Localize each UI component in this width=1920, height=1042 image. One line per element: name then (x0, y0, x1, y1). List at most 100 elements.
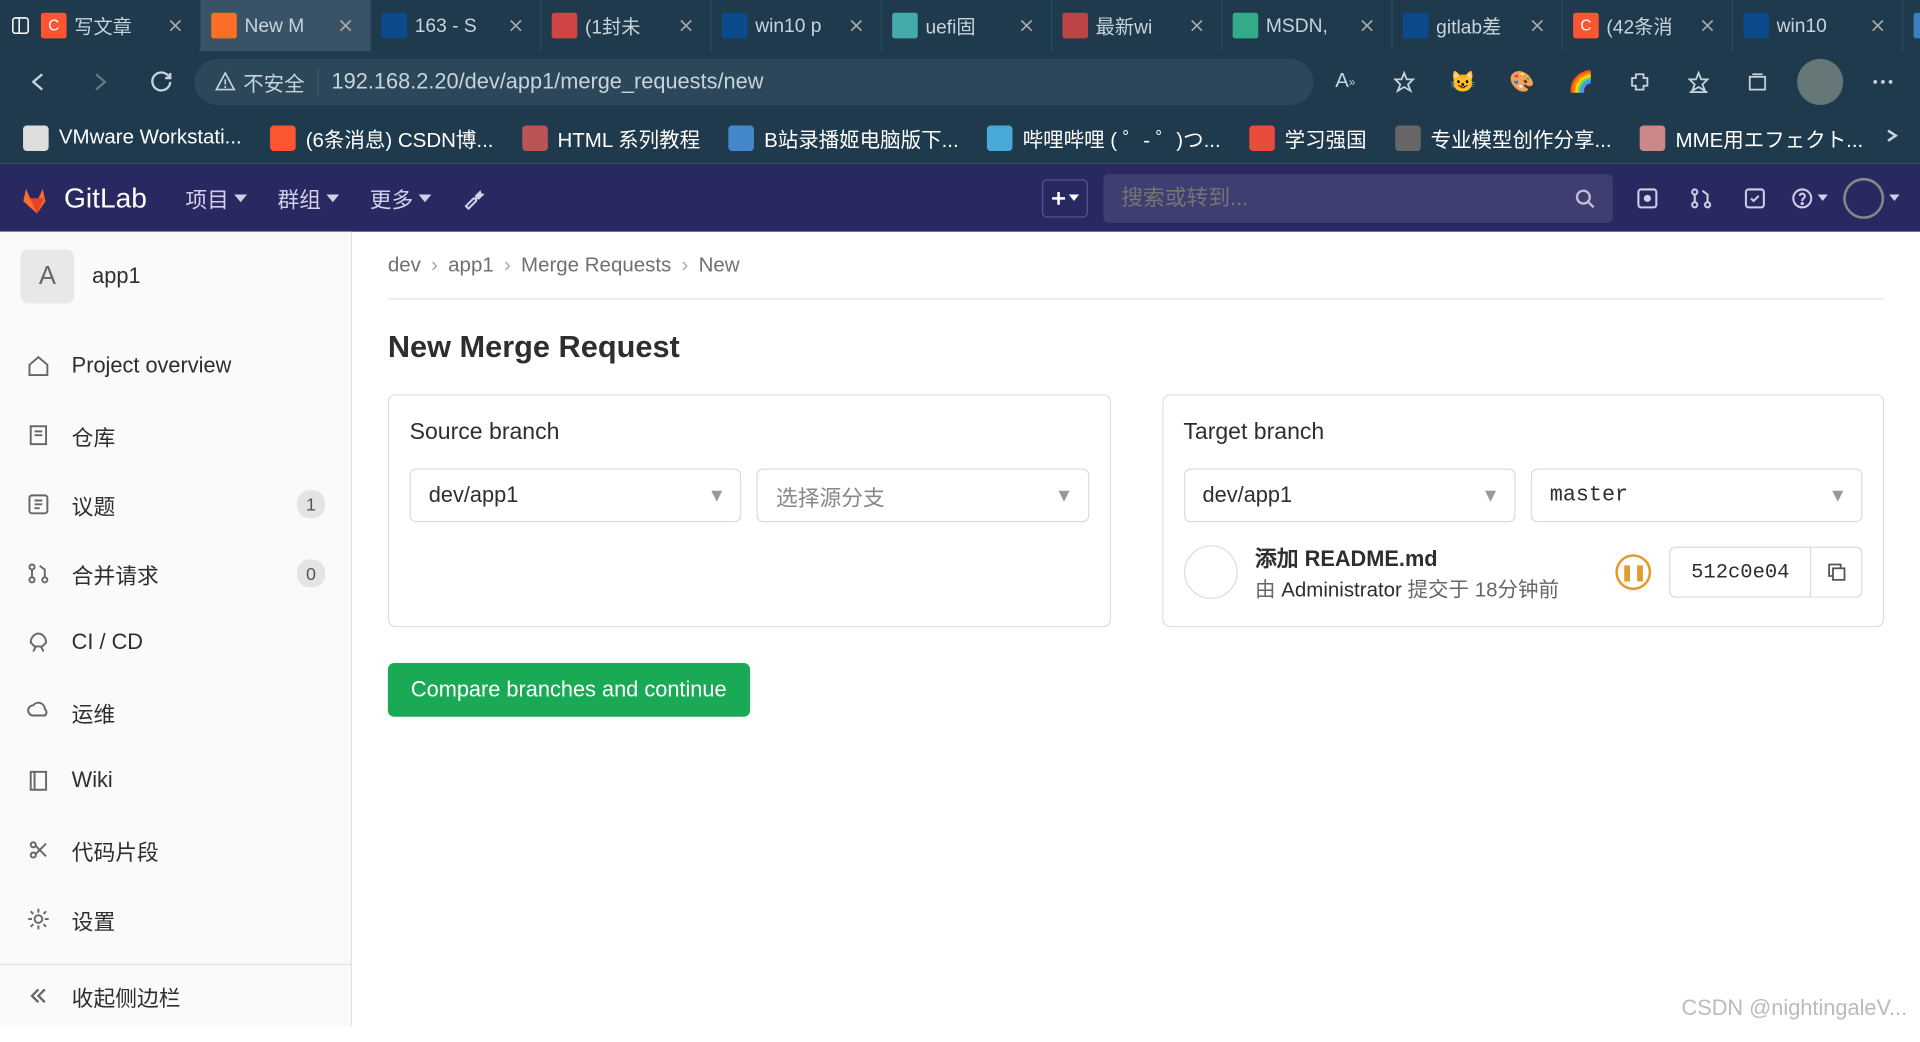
breadcrumb-item[interactable]: dev (388, 255, 421, 278)
nav-groups[interactable]: 群组 (265, 172, 352, 224)
sidebar-item-book[interactable]: Wiki (0, 746, 351, 815)
url-text: 192.168.2.20/dev/app1/merge_requests/new (332, 69, 764, 95)
close-tab-icon[interactable] (509, 15, 529, 35)
todos-button[interactable] (1736, 179, 1774, 217)
commit-title[interactable]: 添加 README.md (1255, 540, 1598, 572)
sidebar-item-home[interactable]: Project overview (0, 332, 351, 401)
back-button[interactable] (10, 59, 66, 105)
bookmark-label: 学习强国 (1285, 123, 1367, 154)
browser-tab-11[interactable]: window (1903, 0, 1920, 51)
bookmark-2[interactable]: HTML 系列教程 (509, 116, 713, 160)
sidebar-item-merge[interactable]: 合并请求0 (0, 539, 351, 608)
sidebar-item-issues[interactable]: 议题1 (0, 470, 351, 539)
refresh-button[interactable] (133, 59, 189, 105)
address-bar: 不安全 192.168.2.20/dev/app1/merge_requests… (0, 51, 1920, 112)
close-tab-icon[interactable] (1020, 15, 1040, 35)
target-branch-select[interactable]: master▾ (1531, 468, 1863, 522)
compare-branches-button[interactable]: Compare branches and continue (388, 663, 750, 717)
sidebar-item-cloud[interactable]: 运维 (0, 677, 351, 746)
browser-tab-3[interactable]: (1封未 (541, 0, 711, 51)
browser-tab-9[interactable]: C(42条消 (1563, 0, 1733, 51)
close-tab-icon[interactable] (1531, 15, 1551, 35)
browser-tab-4[interactable]: win10 p (712, 0, 882, 51)
breadcrumb-item[interactable]: New (699, 255, 740, 278)
sidebar-item-scissors[interactable]: 代码片段 (0, 815, 351, 884)
merge-requests-button[interactable] (1682, 179, 1720, 217)
close-tab-icon[interactable] (1190, 15, 1210, 35)
sidebar-item-rocket[interactable]: CI / CD (0, 608, 351, 677)
sidebar-item-label: CI / CD (72, 630, 143, 656)
close-tab-icon[interactable] (680, 15, 700, 35)
browser-tab-7[interactable]: MSDN, (1222, 0, 1392, 51)
search-input[interactable] (1121, 185, 1574, 211)
favorites-button[interactable] (1377, 59, 1431, 105)
browser-tab-6[interactable]: 最新wi (1052, 0, 1222, 51)
close-tab-icon[interactable] (339, 15, 359, 35)
browser-tab-10[interactable]: win10 (1733, 0, 1903, 51)
nav-more[interactable]: 更多 (357, 172, 444, 224)
bookmark-5[interactable]: 学习强国 (1236, 116, 1379, 160)
nav-admin-wrench[interactable] (449, 172, 498, 224)
browser-tab-0[interactable]: C写文章 (31, 0, 201, 51)
bookmark-1[interactable]: (6条消息) CSDN博... (257, 116, 506, 160)
nav-projects[interactable]: 项目 (173, 172, 260, 224)
ext-1[interactable]: 😺 (1436, 59, 1490, 105)
close-tab-icon[interactable] (850, 15, 870, 35)
close-tab-icon[interactable] (1701, 15, 1721, 35)
issues-button[interactable] (1628, 179, 1666, 217)
copy-sha-button[interactable] (1811, 546, 1862, 597)
profile-button[interactable] (1797, 59, 1843, 105)
pipeline-status-icon[interactable]: ❚❚ (1616, 554, 1652, 590)
tab-list-button[interactable] (10, 5, 30, 46)
sidebar-footer: 收起侧边栏 (0, 964, 351, 1027)
bookmark-favicon (1640, 125, 1666, 151)
favorites-bar-button[interactable] (1672, 59, 1726, 105)
close-tab-icon[interactable] (1361, 15, 1381, 35)
bookmark-7[interactable]: MME用エフェクト... (1627, 116, 1871, 160)
browser-tab-2[interactable]: 163 - S (371, 0, 541, 51)
bookmark-6[interactable]: 专业模型创作分享... (1382, 116, 1624, 160)
help-button[interactable] (1789, 179, 1827, 217)
tab-title: 写文章 (74, 12, 161, 39)
source-project-select[interactable]: dev/app1▾ (410, 468, 742, 522)
target-project-select[interactable]: dev/app1▾ (1183, 468, 1515, 522)
commit-author-avatar[interactable] (1183, 545, 1237, 599)
browser-tab-1[interactable]: New M (201, 0, 371, 51)
home-icon (26, 353, 52, 379)
user-menu[interactable] (1843, 177, 1899, 218)
commit-sha[interactable]: 512c0e04 (1669, 546, 1811, 597)
commit-author[interactable]: Administrator (1281, 580, 1402, 602)
extensions-button[interactable] (1613, 59, 1667, 105)
sidebar-item-gear[interactable]: 设置 (0, 884, 351, 953)
sidebar-item-file[interactable]: 仓库 (0, 401, 351, 470)
warning-icon (215, 72, 235, 92)
bookmark-0[interactable]: VMware Workstati... (10, 116, 254, 160)
browser-tab-5[interactable]: uefi固 (882, 0, 1052, 51)
search-box[interactable] (1103, 173, 1612, 222)
ext-3[interactable]: 🌈 (1554, 59, 1608, 105)
project-header[interactable]: A app1 (0, 232, 351, 322)
bookmark-3[interactable]: B站录播姬电脑版下... (715, 116, 971, 160)
chevron-down-icon: ▾ (1832, 483, 1843, 509)
bookmark-overflow[interactable] (1874, 116, 1910, 160)
forward-button[interactable] (72, 59, 128, 105)
bookmark-4[interactable]: 哔哩哔哩 ( ゜- ゜)つ... (974, 116, 1233, 160)
security-indicator[interactable]: 不安全 (215, 67, 305, 98)
source-branch-select[interactable]: 选择源分支▾ (757, 468, 1089, 522)
breadcrumb-item[interactable]: Merge Requests (521, 255, 671, 278)
collapse-sidebar-button[interactable]: 收起侧边栏 (0, 965, 351, 1026)
tab-title: gitlab差 (1436, 12, 1523, 39)
breadcrumb-item[interactable]: app1 (448, 255, 494, 278)
address-input[interactable]: 不安全 192.168.2.20/dev/app1/merge_requests… (195, 59, 1314, 105)
tab-title: 最新wi (1096, 12, 1183, 39)
collections-button[interactable] (1731, 59, 1785, 105)
create-new-button[interactable] (1042, 179, 1088, 217)
browser-tab-8[interactable]: gitlab差 (1393, 0, 1563, 51)
close-tab-icon[interactable] (169, 15, 189, 35)
gitlab-logo[interactable]: GitLab (20, 181, 147, 214)
close-tab-icon[interactable] (1871, 15, 1891, 35)
security-text: 不安全 (243, 67, 304, 98)
read-aloud-button[interactable]: A» (1318, 59, 1372, 105)
menu-button[interactable] (1856, 59, 1910, 105)
ext-2[interactable]: 🎨 (1495, 59, 1549, 105)
